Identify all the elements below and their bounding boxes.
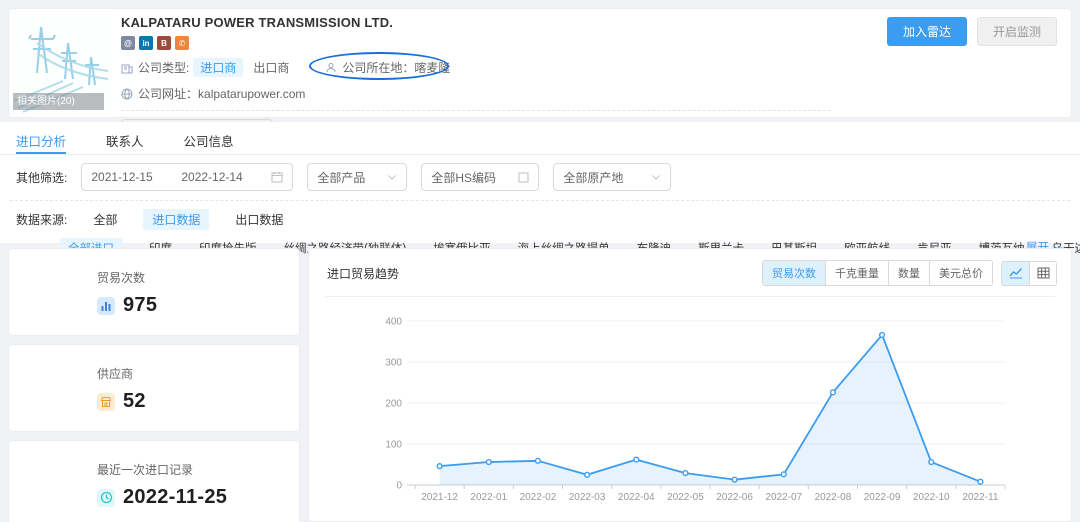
filter-label: 其他筛选: (16, 169, 67, 186)
svg-text:2022-02: 2022-02 (520, 492, 557, 503)
stat-card-suppliers: 供应商 52 (8, 344, 300, 432)
tab-company-info[interactable]: 公司信息 (184, 131, 234, 154)
source-export-data[interactable]: 出口数据 (235, 211, 283, 228)
analysis-band: 进口分析 联系人 公司信息 其他筛选: 2021-12-15 2022-12-1… (0, 122, 1080, 243)
website-icon[interactable]: @ (121, 36, 135, 50)
source-all[interactable]: 全部 (93, 211, 117, 228)
tab-contacts[interactable]: 联系人 (106, 131, 144, 154)
chevron-down-icon (387, 172, 397, 182)
table-view-button[interactable] (1029, 262, 1056, 285)
stat-label: 供应商 (97, 365, 299, 382)
toggle-quantity[interactable]: 数量 (888, 261, 929, 285)
svg-text:2022-09: 2022-09 (864, 492, 901, 503)
add-to-radar-button[interactable]: 加入雷达 (887, 17, 967, 46)
company-name: KALPATARU POWER TRANSMISSION LTD. (121, 15, 831, 30)
stat-value: 975 (123, 294, 157, 317)
location-value: 喀麦隆 (414, 59, 450, 76)
svg-text:2022-04: 2022-04 (618, 492, 655, 503)
website-value[interactable]: kalpatarupower.com (198, 87, 305, 101)
svg-text:400: 400 (385, 317, 402, 328)
line-chart-view-button[interactable] (1002, 262, 1029, 285)
metric-toggle-group: 贸易次数 千克重量 数量 美元总价 (762, 260, 993, 286)
stat-value: 52 (123, 390, 146, 413)
chart-divider (325, 296, 1055, 297)
enable-monitoring-button[interactable]: 开启监测 (977, 17, 1057, 46)
company-header-card: 相关图片(20) KALPATARU POWER TRANSMISSION LT… (8, 8, 1072, 118)
hs-code-select-value: 全部HS编码 (431, 169, 496, 186)
svg-text:2022-11: 2022-11 (962, 492, 998, 503)
company-website-row: 公司网址： kalpatarupower.com (121, 85, 831, 102)
panel-icon (518, 172, 529, 183)
filter-row: 其他筛选: 2021-12-15 2022-12-14 全部产品 全部HS编码 … (16, 163, 1080, 191)
svg-text:2022-07: 2022-07 (765, 492, 802, 503)
source-import-data[interactable]: 进口数据 (143, 209, 209, 230)
location-label: 公司所在地： (342, 59, 414, 76)
related-images-label[interactable]: 相关图片(20) (13, 93, 104, 110)
social-links: @ in B ✆ (121, 36, 831, 50)
chart-title: 进口贸易趋势 (327, 265, 399, 282)
svg-text:2022-08: 2022-08 (815, 492, 852, 503)
toggle-usd-total[interactable]: 美元总价 (929, 261, 992, 285)
trend-area-chart: 0 100 200 300 400 2021-12 2022-01 2022-02 2022-0… (315, 300, 1063, 520)
shop-icon (97, 393, 115, 411)
toggle-trade-count[interactable]: 贸易次数 (763, 261, 825, 285)
building-icon (121, 62, 133, 74)
chevron-down-icon (651, 172, 661, 182)
type-importer-tag[interactable]: 进口商 (193, 58, 243, 77)
date-end-value: 2022-12-14 (181, 170, 242, 184)
company-type-label: 公司类型: (138, 59, 189, 76)
blog-icon[interactable]: B (157, 36, 171, 50)
data-source-row: 数据来源: 全部 进口数据 出口数据 (16, 209, 1080, 230)
data-source-label: 数据来源: (16, 211, 67, 228)
product-select[interactable]: 全部产品 (307, 163, 407, 191)
svg-text:2022-10: 2022-10 (913, 492, 950, 503)
stat-card-trade-count: 贸易次数 975 (8, 248, 300, 336)
company-location: 公司所在地： 喀麦隆 (315, 57, 460, 78)
phone-icon[interactable]: ✆ (175, 36, 189, 50)
svg-text:2022-05: 2022-05 (667, 492, 704, 503)
svg-text:200: 200 (385, 399, 402, 410)
origin-select[interactable]: 全部原产地 (553, 163, 671, 191)
product-select-value: 全部产品 (317, 169, 365, 186)
website-label: 公司网址： (138, 85, 198, 102)
type-exporter-tag[interactable]: 出口商 (253, 59, 289, 76)
line-chart-icon (1009, 267, 1023, 279)
filter-divider (10, 200, 1070, 201)
calendar-icon (271, 171, 283, 183)
svg-text:2022-03: 2022-03 (569, 492, 606, 503)
company-type-row: 公司类型: 进口商 出口商 公司所在地： 喀麦隆 (121, 57, 831, 78)
stat-label: 最近一次进口记录 (97, 461, 299, 478)
linkedin-icon[interactable]: in (139, 36, 153, 50)
svg-text:2021-12: 2021-12 (421, 492, 458, 503)
bar-chart-icon (97, 297, 115, 315)
table-icon (1037, 267, 1050, 279)
globe-icon (121, 88, 133, 100)
org-icon (325, 62, 337, 74)
import-trend-card: 进口贸易趋势 贸易次数 千克重量 数量 美元总价 0 100 200 300 400 20… (308, 248, 1072, 522)
toggle-kg-weight[interactable]: 千克重量 (825, 261, 888, 285)
hs-code-select[interactable]: 全部HS编码 (421, 163, 539, 191)
svg-text:0: 0 (396, 481, 402, 492)
date-start-value: 2021-12-15 (91, 170, 152, 184)
company-image[interactable]: 相关图片(20) (13, 13, 112, 113)
svg-text:100: 100 (385, 440, 402, 451)
view-toggle-group (1001, 261, 1057, 286)
header-divider (121, 110, 831, 111)
clock-icon (97, 489, 115, 507)
stat-card-last-import: 最近一次进口记录 2022-11-25 (8, 440, 300, 522)
svg-text:2022-01: 2022-01 (470, 492, 507, 503)
svg-text:300: 300 (385, 358, 402, 369)
chart-controls: 贸易次数 千克重量 数量 美元总价 (762, 260, 1057, 286)
header-actions: 加入雷达 开启监测 (887, 17, 1057, 46)
svg-text:2022-06: 2022-06 (716, 492, 753, 503)
stat-label: 贸易次数 (97, 269, 299, 286)
date-range-picker[interactable]: 2021-12-15 2022-12-14 (81, 163, 293, 191)
stat-value: 2022-11-25 (123, 486, 227, 509)
main-tabs: 进口分析 联系人 公司信息 (0, 122, 1080, 155)
origin-select-value: 全部原产地 (563, 169, 623, 186)
tab-import-analysis[interactable]: 进口分析 (16, 131, 66, 154)
